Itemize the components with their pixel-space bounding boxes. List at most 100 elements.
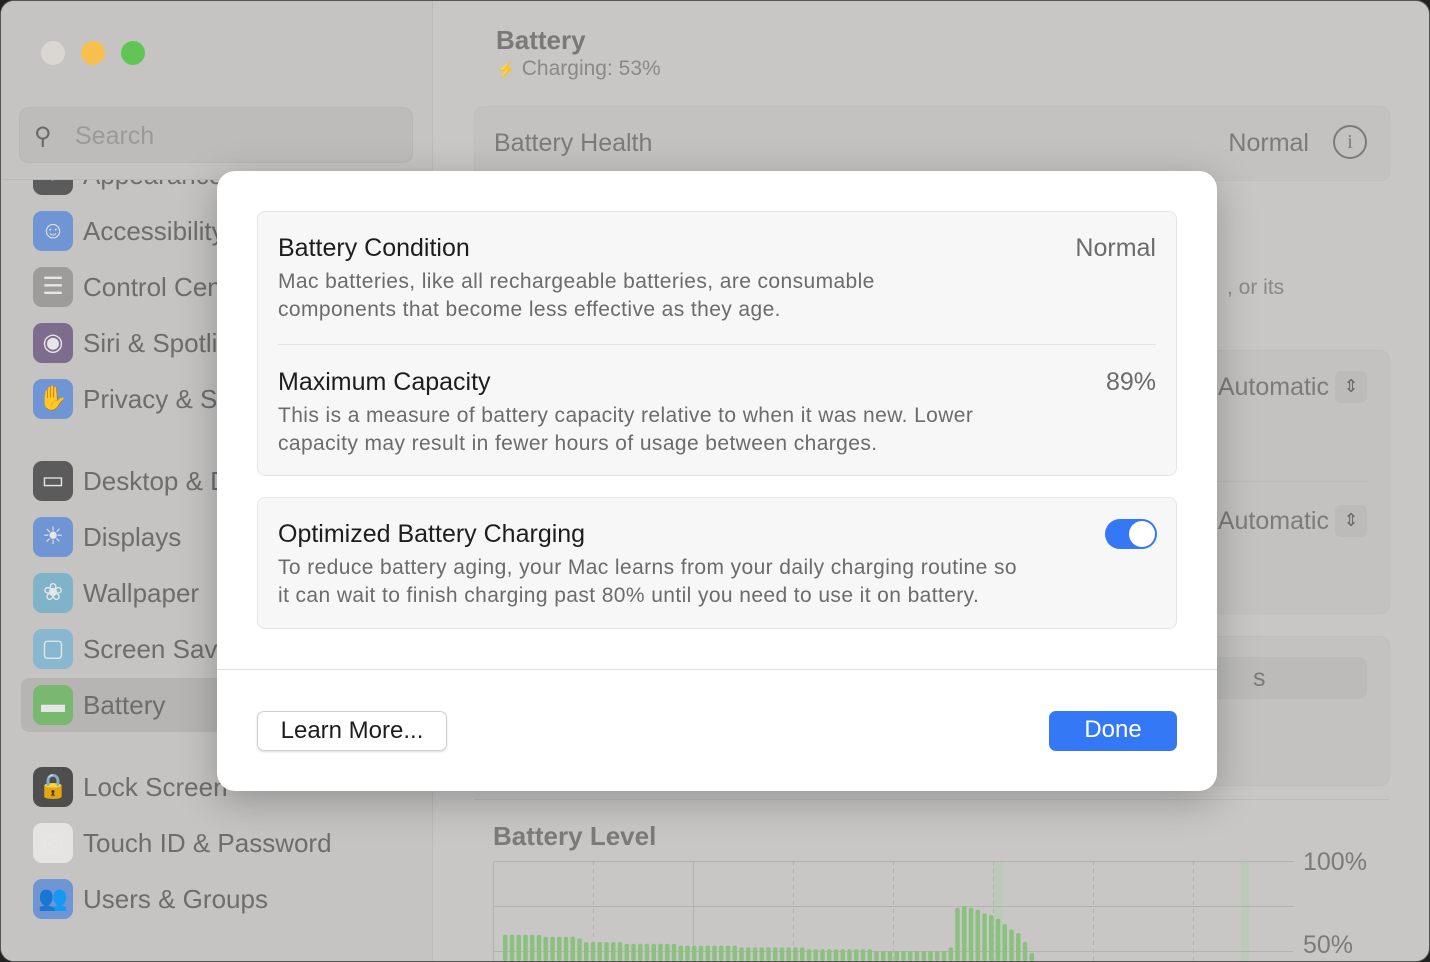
- battery-health-value: Normal: [1228, 129, 1309, 157]
- divider: [217, 669, 1217, 670]
- battery-level-bar: [658, 943, 663, 961]
- battery-level-bar: [523, 934, 528, 961]
- accessibility-icon: ☺: [33, 211, 73, 251]
- battery-level-bar: [786, 947, 791, 961]
- dropdown-1[interactable]: Automatic: [1218, 373, 1329, 402]
- sidebar-item-label: Touch ID & Password: [83, 828, 332, 858]
- condition-value: Normal: [1075, 234, 1156, 262]
- battery-level-bar: [584, 942, 589, 961]
- close-button[interactable]: [41, 41, 65, 65]
- condition-desc-line: Mac batteries, like all rechargeable bat…: [278, 270, 875, 293]
- learn-more-button[interactable]: Learn More...: [257, 711, 447, 751]
- info-icon[interactable]: i: [1333, 125, 1367, 159]
- battery-level-bar: [887, 951, 893, 961]
- battery-level-bar: [766, 947, 771, 961]
- minimize-button[interactable]: [81, 41, 105, 65]
- battery-level-bar: [617, 942, 623, 961]
- condition-desc-line: components that become less effective as…: [278, 298, 781, 321]
- battery-level-bar: [530, 934, 535, 961]
- optimized-desc: To reduce battery aging, your Mac learns…: [278, 554, 1017, 610]
- battery-level-bar: [692, 945, 697, 961]
- chevron-updown-icon[interactable]: ⇕: [1335, 371, 1367, 403]
- sidebar-item-label: Users & Groups: [83, 884, 268, 914]
- battery-level-bar: [719, 945, 724, 961]
- battery-level-bar: [1016, 933, 1021, 961]
- battery-level-bar: [908, 951, 913, 961]
- optimized-desc-line: To reduce battery aging, your Mac learns…: [278, 556, 1017, 579]
- optimized-title: Optimized Battery Charging: [278, 520, 586, 548]
- battery-level-bar: [827, 949, 832, 961]
- battery-level-bar: [752, 947, 758, 961]
- sidebar-item-users-groups[interactable]: 👥 Users & Groups: [21, 872, 421, 926]
- optimized-charging-toggle[interactable]: [1105, 519, 1157, 549]
- sun-icon: ☀: [33, 517, 73, 557]
- battery-level-bar: [665, 943, 670, 961]
- charging-band: [1241, 861, 1249, 961]
- users-icon: 👥: [33, 879, 73, 919]
- battery-level-bar: [624, 943, 629, 961]
- battery-level-bar: [732, 945, 737, 961]
- sidebar-item-touch-id-password[interactable]: ◎ Touch ID & Password: [21, 816, 421, 870]
- page-title: Battery: [496, 25, 586, 55]
- battery-level-bar: [854, 949, 859, 961]
- y-tick-50: 50%: [1303, 931, 1354, 959]
- sidebar-item-label: Wallpaper: [83, 578, 200, 608]
- dropdown-2[interactable]: Automatic: [1218, 507, 1329, 536]
- battery-level-bar: [779, 947, 785, 961]
- toggle-knob: [1129, 521, 1155, 547]
- capacity-title: Maximum Capacity: [278, 368, 491, 396]
- charging-status: ⚡ Charging: 53%: [496, 57, 661, 81]
- battery-level-bar: [705, 945, 710, 961]
- capacity-desc-line: This is a measure of battery capacity re…: [278, 404, 974, 427]
- optimized-desc-line: it can wait to finish charging past 80% …: [278, 584, 980, 607]
- battery-level-bar: [793, 947, 798, 961]
- battery-level-bar: [955, 907, 960, 961]
- battery-level-bar: [516, 934, 521, 961]
- battery-level-bar: [550, 936, 555, 961]
- search-input[interactable]: ⚲ Search: [19, 107, 413, 163]
- battery-level-title: Battery Level: [493, 821, 657, 851]
- battery-level-bar: [597, 942, 602, 961]
- battery-level-bar: [739, 947, 744, 961]
- battery-level-bar: [1009, 929, 1014, 961]
- battery-level-bar: [570, 936, 575, 961]
- battery-level-chart: [493, 861, 1294, 961]
- battery-level-bar: [1029, 952, 1034, 961]
- y-tick-100: 100%: [1303, 848, 1367, 876]
- battery-level-bar: [867, 949, 872, 961]
- battery-level-bar: [1002, 924, 1007, 961]
- battery-level-bar: [563, 936, 569, 961]
- battery-level-bar: [638, 943, 643, 961]
- charging-status-text: Charging: 53%: [521, 57, 661, 80]
- battery-level-bar: [820, 949, 825, 961]
- search-icon: ⚲: [34, 123, 52, 150]
- battery-level-bar: [874, 951, 879, 961]
- capacity-value: 89%: [1105, 368, 1156, 396]
- divider: [474, 799, 1389, 800]
- battery-level-bar: [968, 907, 974, 961]
- battery-level-bar: [746, 947, 751, 961]
- sidebar-item-label: Appearance: [83, 180, 223, 191]
- chart-svg: [493, 861, 1294, 961]
- chevron-updown-icon[interactable]: ⇕: [1335, 505, 1367, 537]
- battery-level-bar: [725, 945, 731, 961]
- battery-level-bar: [982, 913, 987, 961]
- battery-level-bar: [503, 934, 508, 961]
- options-button-label: s: [1253, 664, 1266, 692]
- settings-window: ⚲ Search ◐Appearance☺Accessibility☰Contr…: [0, 0, 1430, 962]
- battery-level-bar: [989, 915, 994, 961]
- battery-level-bar: [557, 936, 562, 961]
- hand-icon: ✋: [33, 379, 73, 419]
- partial-text: , or its: [1227, 276, 1285, 299]
- done-button[interactable]: Done: [1049, 711, 1177, 751]
- battery-level-bar: [921, 951, 926, 961]
- battery-health-row: Battery Health Normal i: [474, 106, 1390, 181]
- lock-icon: 🔒: [33, 767, 73, 807]
- zoom-button[interactable]: [121, 41, 145, 65]
- battery-level-bar: [685, 945, 690, 961]
- appearance-icon: ◐: [33, 180, 73, 195]
- desktop-icon: ▭: [33, 461, 73, 501]
- battery-charging-icon: ⚡: [496, 62, 516, 79]
- battery-level-bar: [806, 949, 812, 961]
- battery-level-bar: [611, 942, 616, 961]
